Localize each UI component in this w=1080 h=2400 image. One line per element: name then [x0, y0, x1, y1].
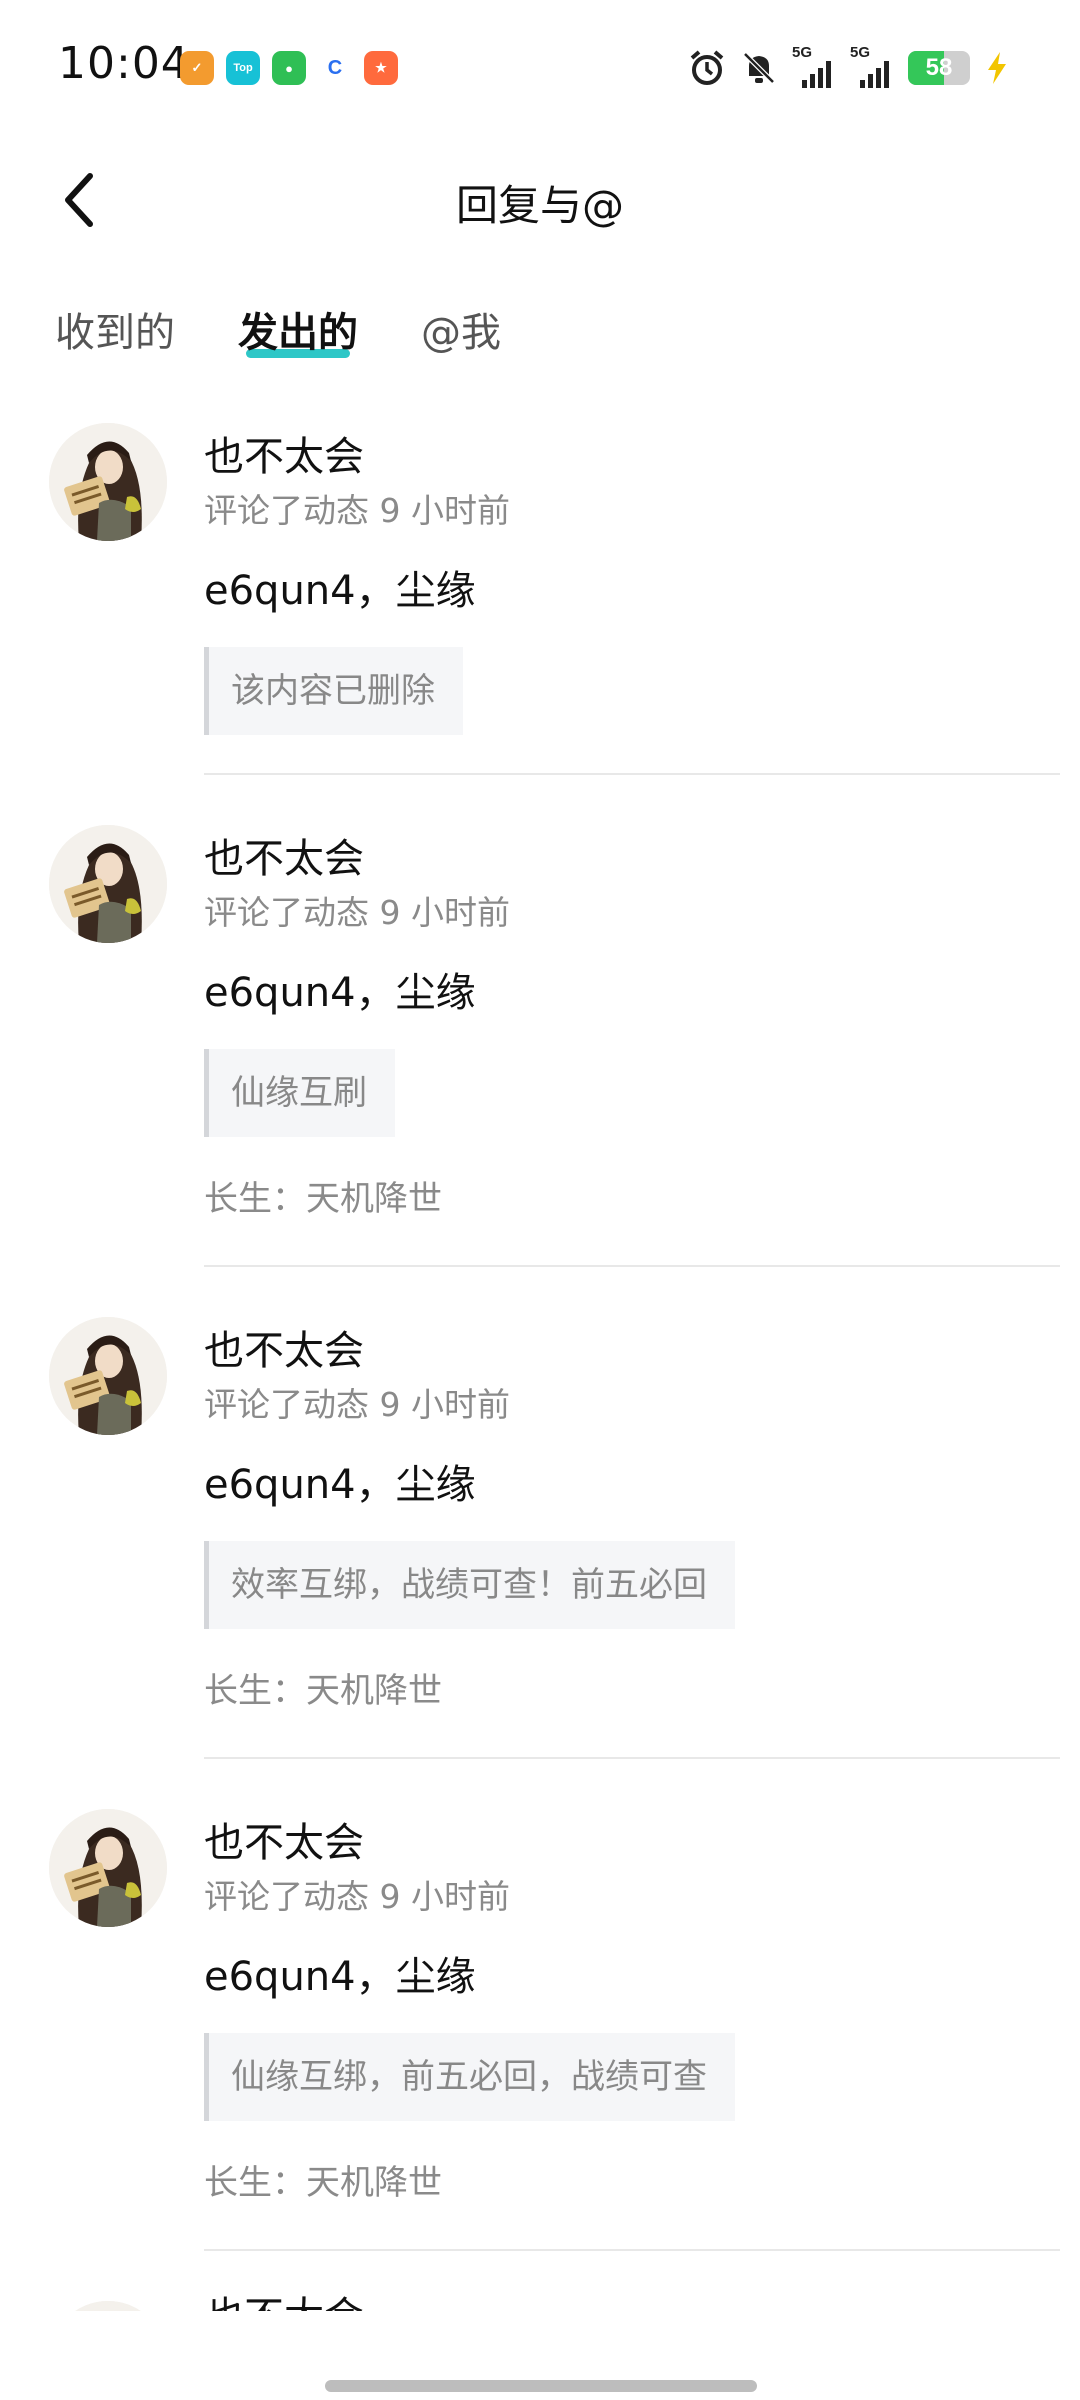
notification-app-icon: ✓ — [180, 51, 214, 85]
user-name[interactable]: 也不太会 — [204, 833, 1080, 885]
quoted-content[interactable]: 该内容已删除 — [204, 647, 463, 735]
quoted-content[interactable]: 仙缘互绑，前五必回，战绩可查 — [204, 2033, 735, 2121]
signal-strength-icon: 5G — [792, 44, 836, 88]
wechat-icon: ● — [272, 51, 306, 85]
tab-mentions[interactable]: @我 — [421, 300, 501, 372]
avatar[interactable] — [49, 2301, 167, 2311]
avatar[interactable] — [49, 1317, 167, 1435]
user-name[interactable]: 也不太会 — [204, 1817, 1080, 1869]
avatar[interactable] — [49, 1809, 167, 1927]
home-indicator[interactable] — [325, 2380, 757, 2392]
tab-received[interactable]: 收到的 — [55, 300, 175, 372]
reply-text[interactable]: e6qun4，尘缘 — [204, 565, 1080, 617]
reply-text[interactable]: e6qun4，尘缘 — [204, 1459, 1080, 1511]
source-label[interactable]: 长生：天机降世 — [204, 1669, 1080, 1713]
signal-strength-icon-2: 5G — [850, 44, 894, 88]
source-label[interactable]: 长生：天机降世 — [204, 1177, 1080, 1221]
charging-icon — [988, 52, 1006, 84]
list-item[interactable]: 也不太会 评论了动态 9 小时前 e6qun4，尘缘 效率互绑，战绩可查！前五必… — [0, 1267, 1080, 1757]
notification-red-icon: ★ — [364, 51, 398, 85]
quoted-content[interactable]: 效率互绑，战绩可查！前五必回 — [204, 1541, 735, 1629]
list-item[interactable]: 也不太会 评论了动态 9 小时前 e6qun4，尘缘 该内容已删除 — [0, 413, 1080, 773]
quoted-content[interactable]: 仙缘互刷 — [204, 1049, 395, 1137]
battery-icon: 58 — [908, 51, 970, 85]
activity-meta: 评论了动态 9 小时前 — [204, 893, 510, 932]
notification-top-icon: Top — [226, 51, 260, 85]
status-bar: 10:04 ✓ Top ● C ★ 5G 5G 58 — [0, 0, 1080, 130]
alarm-icon — [690, 50, 724, 85]
user-name[interactable]: 也不太会 — [204, 2291, 1080, 2311]
list-item[interactable]: 也不太会 评论了动态 9 小时前 e6qun4，尘缘 仙缘互刷 长生：天机降世 — [0, 775, 1080, 1265]
status-indicators: 5G 5G 58 — [688, 44, 1010, 88]
activity-meta: 评论了动态 9 小时前 — [204, 491, 510, 530]
activity-meta: 评论了动态 9 小时前 — [204, 1877, 510, 1916]
user-name[interactable]: 也不太会 — [204, 1325, 1080, 1377]
nav-header: 回复与@ — [0, 150, 1080, 250]
tab-bar: 收到的 发出的 @我 — [55, 300, 501, 372]
notification-c-icon: C — [318, 51, 352, 85]
user-name[interactable]: 也不太会 — [204, 431, 1080, 483]
list-item[interactable]: 也不太会 评论了动态 9 小时前 e6qun4，尘缘 仙缘互绑，前五必回，战绩可… — [0, 1759, 1080, 2249]
source-label[interactable]: 长生：天机降世 — [204, 2161, 1080, 2205]
activity-meta: 评论了动态 9 小时前 — [204, 1385, 510, 1424]
page-title: 回复与@ — [455, 181, 624, 230]
mute-bell-icon — [743, 52, 775, 84]
reply-list: 也不太会 评论了动态 9 小时前 e6qun4，尘缘 该内容已删除 也不太会 评… — [0, 413, 1080, 2311]
avatar[interactable] — [49, 423, 167, 541]
status-time: 10:04 — [58, 38, 190, 89]
avatar[interactable] — [49, 825, 167, 943]
reply-text[interactable]: e6qun4，尘缘 — [204, 967, 1080, 1019]
tab-sent[interactable]: 发出的 — [238, 300, 358, 372]
status-app-icons: ✓ Top ● C ★ — [180, 51, 398, 85]
reply-text[interactable]: e6qun4，尘缘 — [204, 1951, 1080, 2003]
list-item[interactable]: 也不太会 — [0, 2251, 1080, 2311]
